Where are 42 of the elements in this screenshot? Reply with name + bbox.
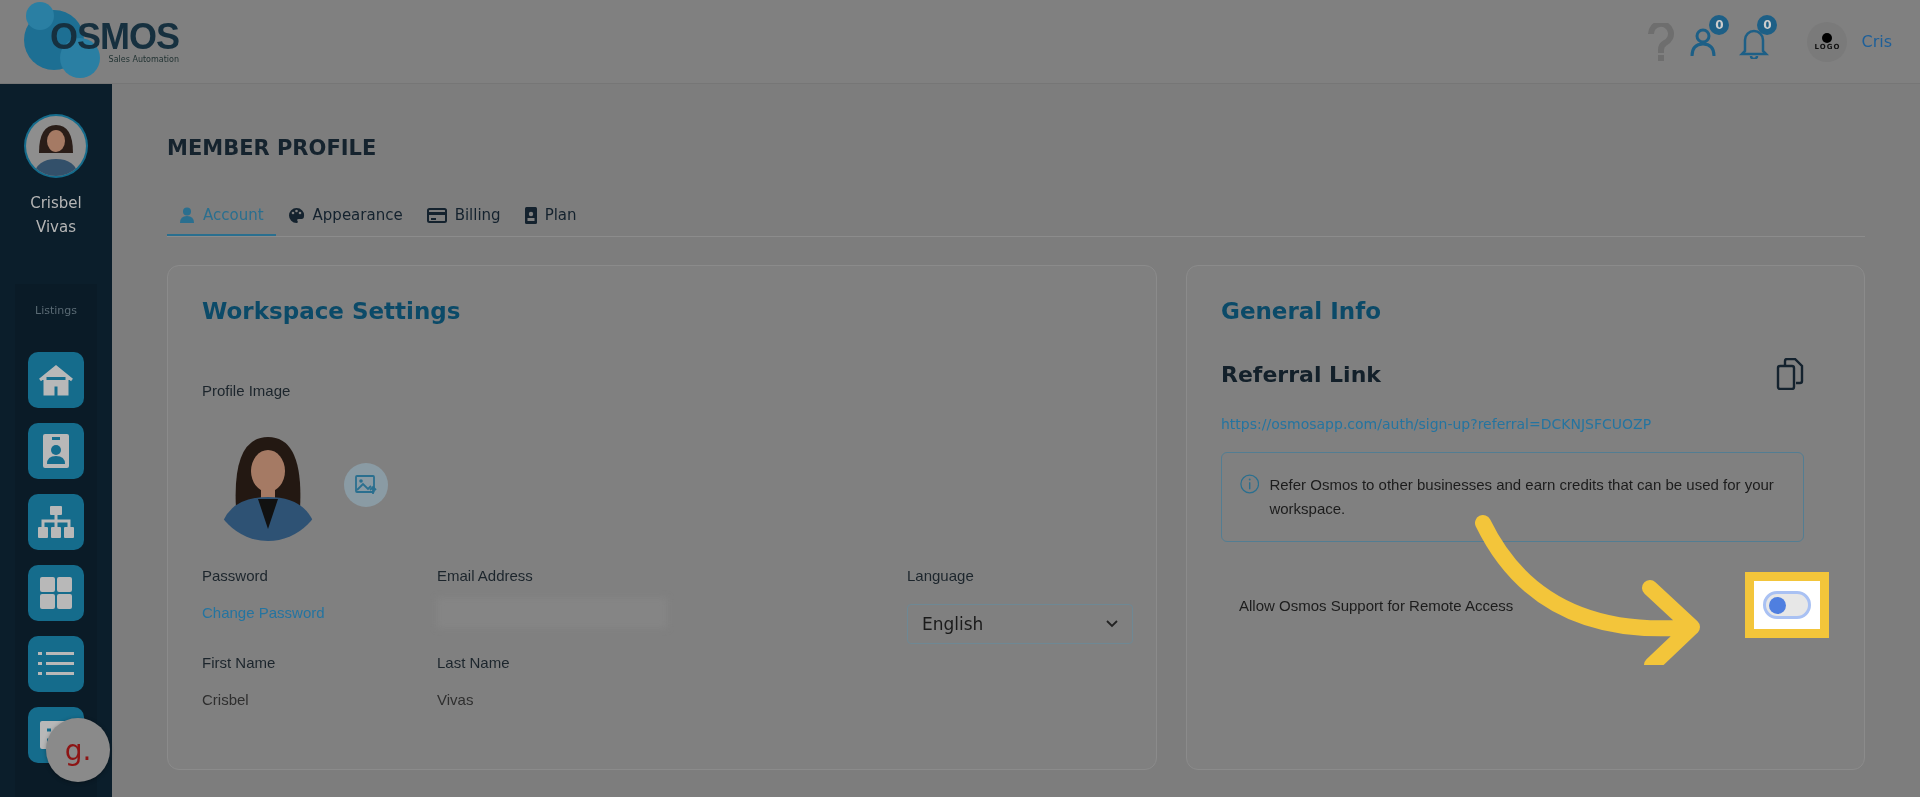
sidebar-item[interactable] bbox=[28, 565, 84, 621]
remote-access-label: Allow Osmos Support for Remote Access bbox=[1239, 596, 1514, 614]
profile-tab[interactable]: Appearance bbox=[275, 200, 415, 236]
language-select[interactable]: English bbox=[907, 604, 1133, 644]
grid-icon bbox=[39, 576, 73, 610]
user-name: Crisbel Vivas bbox=[29, 193, 83, 238]
id-badge-icon bbox=[524, 206, 537, 224]
list-icon bbox=[38, 650, 74, 678]
chevron-down-icon bbox=[1106, 620, 1118, 628]
hierarchy-icon bbox=[37, 505, 75, 539]
sidebar-item[interactable] bbox=[28, 423, 84, 479]
notification-badge: 0 bbox=[1757, 14, 1778, 35]
remote-access-toggle[interactable] bbox=[1763, 591, 1811, 619]
info-icon bbox=[1240, 473, 1260, 495]
referral-title: Referral Link bbox=[1221, 361, 1381, 387]
image-upload-icon bbox=[355, 475, 377, 495]
user-icon bbox=[179, 207, 195, 223]
field-value: Vivas bbox=[437, 691, 475, 708]
field-label: Language bbox=[907, 567, 975, 584]
profile-tab[interactable]: Billing bbox=[414, 200, 513, 236]
field-label: Profile Image bbox=[202, 382, 292, 399]
contact-card-icon bbox=[42, 433, 70, 469]
sidebar-item[interactable] bbox=[28, 352, 84, 408]
sidebar-item[interactable] bbox=[28, 494, 84, 550]
home-icon bbox=[38, 364, 74, 396]
notification-badge: 0 bbox=[1709, 14, 1730, 35]
credit-card-icon bbox=[426, 207, 447, 223]
sidebar-item[interactable] bbox=[28, 636, 84, 692]
profile-tab[interactable]: Plan bbox=[512, 200, 589, 236]
card-title: Workspace Settings bbox=[202, 298, 462, 324]
field-label: Email Address bbox=[437, 567, 534, 584]
info-text: Refer Osmos to other businesses and earn credits that can be used for your workspace. bbox=[1269, 475, 1775, 519]
section-label: Listings bbox=[35, 304, 77, 317]
field-label: Password bbox=[202, 567, 269, 584]
field-value: Crisbel bbox=[202, 691, 250, 708]
palette-icon bbox=[287, 206, 305, 224]
field-label: First Name bbox=[202, 654, 277, 671]
brand-tagline: Sales Automation bbox=[108, 54, 179, 65]
card-title: General Info bbox=[1221, 298, 1382, 324]
page-title: MEMBER PROFILE bbox=[167, 136, 378, 160]
field-label: Last Name bbox=[437, 654, 511, 671]
copy-icon[interactable] bbox=[1776, 358, 1804, 390]
